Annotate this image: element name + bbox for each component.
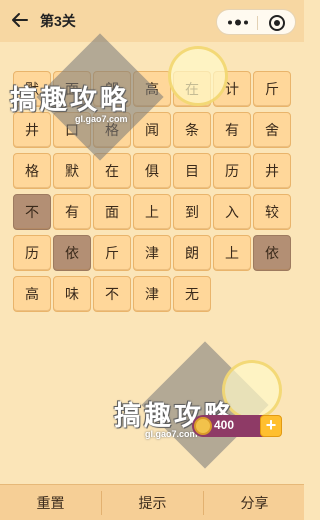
- letter-tile[interactable]: 计: [213, 71, 251, 107]
- letter-tile[interactable]: 味: [53, 276, 91, 312]
- letter-tile[interactable]: 舍: [253, 112, 291, 148]
- reset-button[interactable]: 重置: [0, 485, 101, 520]
- letter-tile[interactable]: 闻: [133, 112, 171, 148]
- letter-tile[interactable]: 条: [173, 112, 211, 148]
- letter-tile[interactable]: 依: [53, 235, 91, 271]
- coin-icon: [194, 417, 212, 435]
- letter-tile[interactable]: 井: [13, 112, 51, 148]
- letter-tile[interactable]: 不: [13, 194, 51, 230]
- letter-tile[interactable]: 津: [133, 235, 171, 271]
- letter-tile[interactable]: 无: [173, 276, 211, 312]
- letter-tile[interactable]: 斤: [93, 235, 131, 271]
- letter-tile[interactable]: 上: [133, 194, 171, 230]
- watermark-bottom: 搞趣攻略 gl.gao7.com: [0, 341, 304, 469]
- letter-tile[interactable]: 斤: [253, 71, 291, 107]
- letter-tile[interactable]: 津: [133, 276, 171, 312]
- more-dots-icon[interactable]: [227, 18, 249, 27]
- letter-tile[interactable]: 格: [93, 112, 131, 148]
- top-bar: 第3关: [0, 0, 304, 42]
- share-button[interactable]: 分享: [204, 485, 305, 520]
- letter-tile[interactable]: 默: [13, 71, 51, 107]
- letter-tile[interactable]: 到: [173, 194, 211, 230]
- letter-tile[interactable]: 面: [53, 71, 91, 107]
- letter-tile[interactable]: 上: [213, 235, 251, 271]
- coin-value: 400: [214, 418, 235, 432]
- record-circle-icon[interactable]: [268, 14, 286, 32]
- level-title: 第3关: [40, 13, 76, 29]
- add-coins-button[interactable]: +: [260, 415, 282, 437]
- hint-button[interactable]: 提示: [102, 485, 203, 520]
- letter-tile[interactable]: 高: [13, 276, 51, 312]
- mini-program-capsule: [216, 9, 296, 35]
- watermark-diamond: [141, 341, 269, 469]
- capsule-divider: [257, 16, 258, 30]
- letter-tile[interactable]: 在: [173, 71, 211, 107]
- letter-tile[interactable]: 默: [53, 153, 91, 189]
- letter-tile[interactable]: 有: [213, 112, 251, 148]
- letter-tile[interactable]: 朗: [93, 71, 131, 107]
- letter-tile[interactable]: 口: [53, 112, 91, 148]
- letter-tile[interactable]: 俱: [133, 153, 171, 189]
- letter-tile[interactable]: 面: [93, 194, 131, 230]
- letter-tile[interactable]: 不: [93, 276, 131, 312]
- letter-tile[interactable]: 井: [253, 153, 291, 189]
- watermark-url: gl.gao7.com: [145, 429, 198, 439]
- letter-tile[interactable]: 依: [253, 235, 291, 271]
- arrow-left-icon[interactable]: [10, 10, 30, 30]
- letter-tile[interactable]: 较: [253, 194, 291, 230]
- watermark-clock-icon: [222, 360, 282, 420]
- letter-tile[interactable]: 高: [133, 71, 171, 107]
- letter-tile[interactable]: 在: [93, 153, 131, 189]
- letter-tile[interactable]: 有: [53, 194, 91, 230]
- letter-tile[interactable]: 入: [213, 194, 251, 230]
- bottom-action-bar: 重置 提示 分享: [0, 484, 304, 520]
- letter-tile[interactable]: 历: [13, 235, 51, 271]
- letter-tile[interactable]: 格: [13, 153, 51, 189]
- letter-tile[interactable]: 朗: [173, 235, 211, 271]
- letter-tile[interactable]: 历: [213, 153, 251, 189]
- letter-tile[interactable]: 目: [173, 153, 211, 189]
